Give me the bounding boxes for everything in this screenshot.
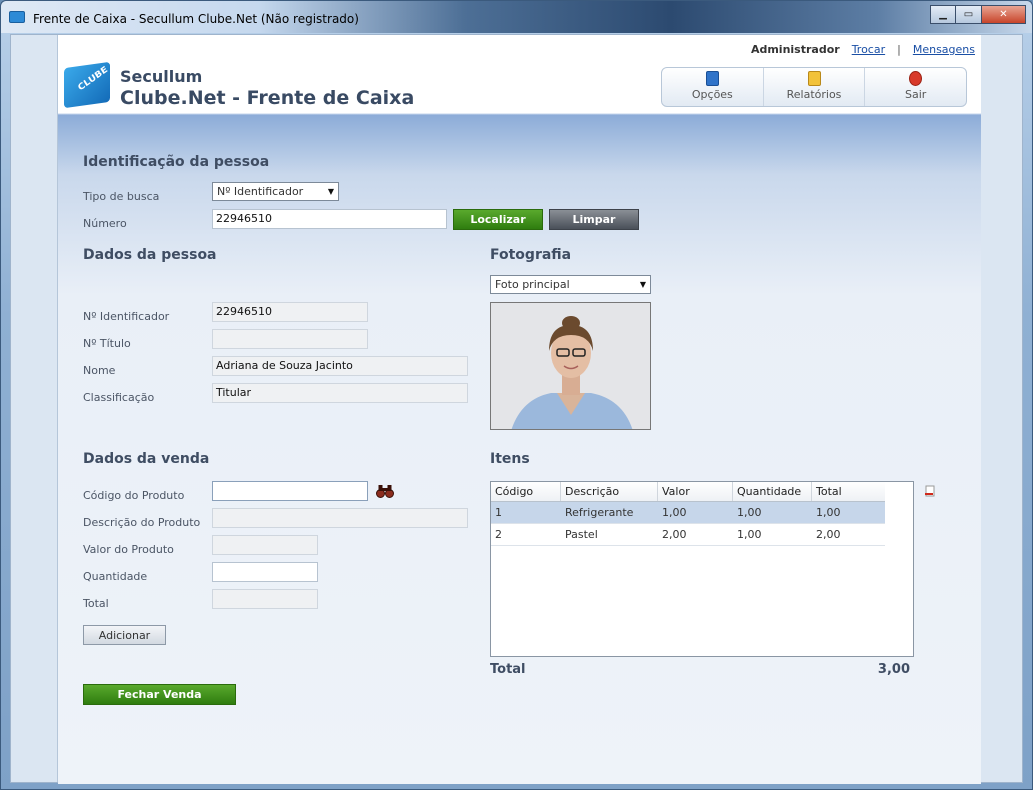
maximize-button[interactable]: ▭ <box>956 5 982 24</box>
power-icon <box>909 71 923 86</box>
main-content: Administrador Trocar | Mensagens CLUBE S… <box>58 35 981 784</box>
table-row[interactable]: 1 Refrigerante 1,00 1,00 1,00 <box>491 502 885 524</box>
cell-value: 2,00 <box>662 528 687 541</box>
separator: | <box>897 43 901 56</box>
sale-total-label: Total <box>83 597 109 610</box>
search-type-label: Tipo de busca <box>83 190 160 203</box>
cell-description: Refrigerante <box>565 506 634 519</box>
cell-value: 1,00 <box>662 506 687 519</box>
close-sale-button[interactable]: Fechar Venda <box>83 684 236 705</box>
items-title: Itens <box>490 451 530 467</box>
classification-field: Titular <box>212 383 468 403</box>
product-value-label: Valor do Produto <box>83 543 174 556</box>
window-title: Frente de Caixa - Secullum Clube.Net (Nã… <box>33 12 359 26</box>
reports-icon <box>807 71 821 86</box>
page-title: Clube.Net - Frente de Caixa <box>120 87 415 109</box>
binoculars-search-icon[interactable] <box>376 484 394 498</box>
brand-name: Secullum <box>120 67 203 86</box>
cell-total: 2,00 <box>816 528 841 541</box>
sale-data-title: Dados da venda <box>83 451 210 467</box>
minimize-button[interactable]: ▁ <box>930 5 956 24</box>
items-total-label: Total <box>490 662 526 677</box>
client-area: Administrador Trocar | Mensagens CLUBE S… <box>10 34 1023 784</box>
maximize-icon: ▭ <box>963 9 974 20</box>
person-portrait-image <box>491 303 650 429</box>
delete-item-icon[interactable] <box>924 485 936 497</box>
product-value-field <box>212 535 318 555</box>
table-row[interactable]: 2 Pastel 2,00 1,00 2,00 <box>491 524 885 546</box>
exit-label: Sair <box>905 88 927 101</box>
messages-link[interactable]: Mensagens <box>913 43 975 56</box>
person-photo <box>490 302 651 430</box>
cell-quantity: 1,00 <box>737 506 762 519</box>
column-header-code[interactable]: Código <box>491 482 561 501</box>
column-header-value[interactable]: Valor <box>658 482 733 501</box>
options-button[interactable]: Opções <box>662 68 764 106</box>
cell-total: 1,00 <box>816 506 841 519</box>
product-description-field <box>212 508 468 528</box>
quantity-label: Quantidade <box>83 570 148 583</box>
chevron-down-icon: ▼ <box>639 280 646 289</box>
name-label: Nome <box>83 364 116 377</box>
number-input[interactable]: 22946510 <box>212 209 447 229</box>
current-user: Administrador <box>750 43 840 56</box>
close-icon: ✕ <box>999 9 1008 20</box>
clear-button[interactable]: Limpar <box>549 209 639 230</box>
identification-title: Identificação da pessoa <box>83 154 270 170</box>
cell-description: Pastel <box>565 528 598 541</box>
photo-select-value: Foto principal <box>495 278 570 291</box>
photo-title: Fotografia <box>490 247 572 263</box>
clube-logo: CLUBE <box>64 61 110 109</box>
close-button[interactable]: ✕ <box>982 5 1026 24</box>
search-type-select[interactable]: Nº Identificador ▼ <box>212 182 339 201</box>
switch-user-link[interactable]: Trocar <box>852 43 885 56</box>
column-header-total[interactable]: Total <box>812 482 885 501</box>
reports-label: Relatórios <box>786 88 842 101</box>
logo-text: CLUBE <box>76 65 110 94</box>
person-data-title: Dados da pessoa <box>83 247 217 263</box>
person-id-field: 22946510 <box>212 302 368 322</box>
table-header: Código Descrição Valor Quantidade Total <box>491 482 885 502</box>
window-controls: ▁ ▭ ✕ <box>930 5 1026 24</box>
left-margin <box>11 35 58 782</box>
cell-quantity: 1,00 <box>737 528 762 541</box>
options-label: Opções <box>691 88 733 101</box>
product-code-input[interactable] <box>212 481 368 501</box>
main-toolbar: Opções Relatórios Sair <box>661 67 967 107</box>
name-field: Adriana de Souza Jacinto <box>212 356 468 376</box>
items-total-value: 3,00 <box>877 662 910 677</box>
exit-button[interactable]: Sair <box>865 68 966 106</box>
right-margin <box>980 35 1022 782</box>
reports-button[interactable]: Relatórios <box>764 68 866 106</box>
title-bar: Frente de Caixa - Secullum Clube.Net (Nã… <box>1 1 1032 33</box>
photo-select[interactable]: Foto principal ▼ <box>490 275 651 294</box>
locate-button[interactable]: Localizar <box>453 209 543 230</box>
cell-code: 1 <box>495 506 502 519</box>
sale-total-field <box>212 589 318 609</box>
product-code-label: Código do Produto <box>83 489 185 502</box>
column-header-quantity[interactable]: Quantidade <box>733 482 812 501</box>
app-window: Frente de Caixa - Secullum Clube.Net (Nã… <box>0 0 1033 790</box>
chevron-down-icon: ▼ <box>327 187 334 196</box>
add-item-button[interactable]: Adicionar <box>83 625 166 645</box>
number-label: Número <box>83 217 127 230</box>
user-bar: Administrador Trocar | Mensagens <box>751 43 975 56</box>
title-number-label: Nº Título <box>83 337 131 350</box>
options-icon <box>705 71 719 86</box>
column-header-description[interactable]: Descrição <box>561 482 658 501</box>
items-table: Código Descrição Valor Quantidade Total … <box>490 481 914 657</box>
title-number-field <box>212 329 368 349</box>
product-description-label: Descrição do Produto <box>83 516 201 529</box>
search-type-value: Nº Identificador <box>217 185 304 198</box>
classification-label: Classificação <box>83 391 155 404</box>
minimize-icon: ▁ <box>939 9 947 20</box>
app-icon <box>9 11 25 23</box>
quantity-input[interactable] <box>212 562 318 582</box>
person-id-label: Nº Identificador <box>83 310 170 323</box>
cell-code: 2 <box>495 528 502 541</box>
